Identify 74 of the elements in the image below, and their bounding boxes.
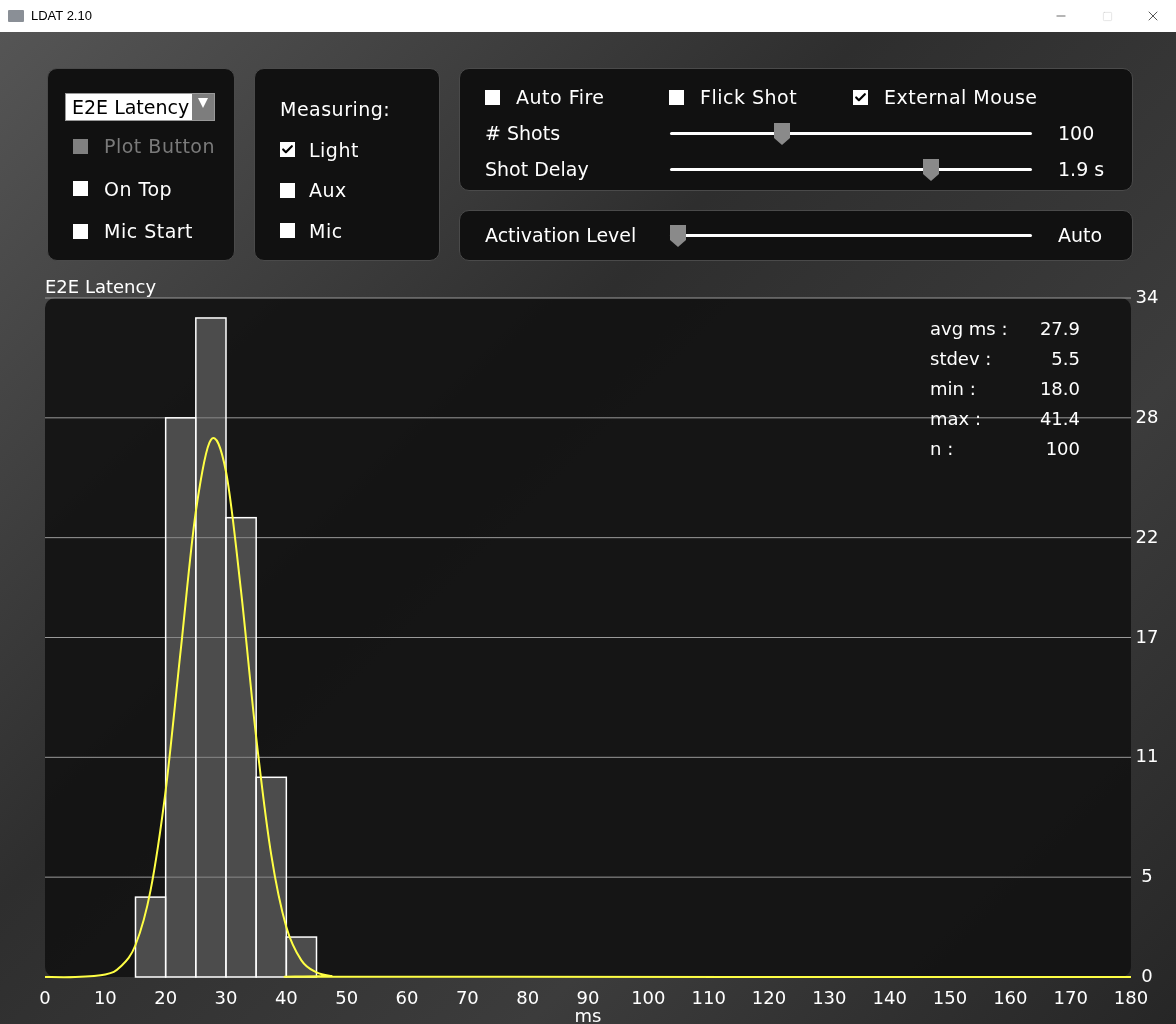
checkbox[interactable] (280, 142, 295, 158)
x-tick-label: 90 (576, 987, 600, 1008)
stat-label: stdev : (930, 348, 992, 369)
maximize-icon (1101, 10, 1113, 22)
y-tick-label: 0 (1141, 965, 1153, 986)
x-tick-label: 180 (1113, 987, 1149, 1008)
window-title: LDAT 2.10 (31, 7, 92, 26)
slider-label: Activation Level (485, 223, 638, 249)
stat-label: avg ms : (930, 318, 1008, 339)
app-icon (8, 10, 24, 22)
stat-label: n : (930, 438, 954, 459)
checkbox-label: Plot Button (104, 134, 215, 159)
stat-value: 18.0 (1039, 378, 1080, 399)
checkbox-label: Auto Fire (516, 85, 605, 110)
y-tick-label: 17 (1135, 625, 1159, 647)
slider-value: Auto (1058, 223, 1103, 249)
stat-value: 27.9 (1039, 318, 1080, 339)
x-tick-label: 80 (516, 987, 540, 1008)
checkbox-label: External Mouse (884, 85, 1038, 110)
measuring-heading: Measuring: (280, 97, 392, 122)
checkbox-label: Flick Shot (700, 85, 798, 110)
slider[interactable] (670, 121, 1032, 146)
slider-value: 100 (1058, 121, 1095, 147)
y-tick-label: 5 (1141, 865, 1153, 887)
y-tick-label: 11 (1135, 745, 1159, 767)
checkbox[interactable] (280, 223, 295, 239)
x-tick-label: 130 (812, 987, 847, 1008)
stat-label: min : (930, 378, 976, 399)
y-tick-label: 28 (1135, 405, 1159, 427)
y-tick-label: 22 (1135, 525, 1159, 547)
x-tick-label: 150 (932, 987, 968, 1008)
slider-thumb[interactable] (773, 122, 790, 145)
slider-label: # Shots (485, 121, 562, 147)
dropdown-arrow-icon (198, 98, 208, 108)
stat-value: 5.5 (1051, 348, 1080, 369)
checkbox[interactable] (485, 89, 500, 105)
stat-label: max : (930, 408, 981, 429)
checkbox-label: Mic Start (104, 219, 194, 244)
stat-value: 41.4 (1039, 408, 1080, 429)
slider-thumb[interactable] (922, 158, 939, 181)
x-tick-label: 10 (93, 987, 117, 1008)
x-tick-label: 170 (1053, 987, 1088, 1008)
checkbox[interactable] (73, 181, 88, 197)
slider[interactable] (670, 157, 1032, 182)
checkbox-label: Aux (309, 178, 347, 203)
x-tick-label: 140 (872, 987, 907, 1008)
slider-thumb[interactable] (670, 224, 686, 247)
stat-value: 100 (1045, 438, 1080, 459)
checkbox-label: Light (309, 137, 359, 163)
x-tick-label: 60 (395, 987, 419, 1008)
x-tick-label: 40 (274, 987, 298, 1008)
x-tick-label: 0 (39, 987, 51, 1008)
checkbox[interactable] (73, 223, 88, 239)
x-tick-label: 120 (751, 987, 787, 1008)
x-tick-label: 160 (993, 987, 1028, 1008)
check-icon (854, 90, 867, 104)
x-tick-label: 20 (154, 987, 178, 1008)
x-tick-label: 100 (631, 987, 666, 1008)
checkbox[interactable] (669, 89, 684, 105)
x-tick-label: 110 (691, 987, 726, 1008)
chart-title: E2E Latency (45, 276, 157, 298)
checkbox-label: Mic (309, 218, 343, 244)
checkbox-label: On Top (104, 176, 173, 202)
x-axis-label: ms (574, 1005, 602, 1024)
checkbox[interactable] (853, 89, 868, 105)
x-tick-label: 70 (455, 987, 479, 1008)
y-tick-label: 34 (1135, 286, 1159, 307)
slider-value: 1.9 s (1058, 157, 1105, 183)
slider-label: Shot Delay (485, 157, 590, 183)
slider[interactable] (670, 223, 1032, 248)
x-tick-label: 50 (335, 987, 359, 1008)
mode-dropdown[interactable]: E2E Latency (65, 93, 215, 121)
x-tick-label: 30 (214, 987, 238, 1008)
checkbox[interactable] (280, 182, 295, 198)
